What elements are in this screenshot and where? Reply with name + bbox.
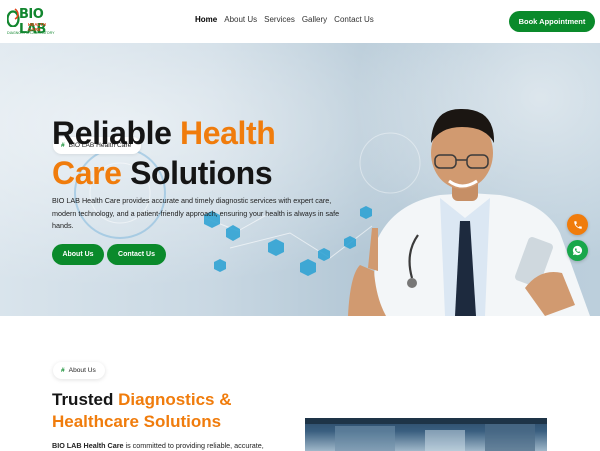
logo[interactable]: BIO LAB HEALTH CARE DIAGNOSTIC LABORATOR…	[7, 5, 55, 37]
contact-us-button[interactable]: Contact Us	[107, 244, 166, 265]
main-nav: Home About Us Services Gallery Contact U…	[195, 15, 374, 24]
about-description: BIO LAB Health Care is committed to prov…	[52, 441, 264, 450]
hero-title: Reliable Health Care Solutions	[52, 115, 276, 191]
nav-contact[interactable]: Contact Us	[334, 15, 374, 24]
about-image	[305, 418, 547, 451]
about-badge: # About Us	[53, 362, 105, 379]
whatsapp-button[interactable]	[567, 240, 588, 261]
whatsapp-icon	[572, 245, 583, 256]
nav-gallery[interactable]: Gallery	[302, 15, 327, 24]
nav-services[interactable]: Services	[264, 15, 295, 24]
nav-about[interactable]: About Us	[224, 15, 257, 24]
about-badge-label: About Us	[68, 367, 96, 374]
logo-tagline: DIAGNOSTIC LABORATORY	[7, 31, 55, 35]
hash-icon: #	[61, 367, 65, 374]
doctor-figure	[348, 108, 590, 316]
phone-icon	[573, 220, 582, 229]
lab-photo	[305, 418, 547, 451]
about-us-button[interactable]: About Us	[52, 244, 104, 265]
site-header: BIO LAB HEALTH CARE DIAGNOSTIC LABORATOR…	[0, 0, 600, 43]
book-appointment-button[interactable]: Book Appointment	[509, 11, 595, 32]
about-title: Trusted Diagnostics & Healthcare Solutio…	[52, 390, 232, 431]
nav-home[interactable]: Home	[195, 15, 217, 24]
phone-call-button[interactable]	[567, 214, 588, 235]
hero-description: BIO LAB Health Care provides accurate an…	[52, 196, 340, 230]
